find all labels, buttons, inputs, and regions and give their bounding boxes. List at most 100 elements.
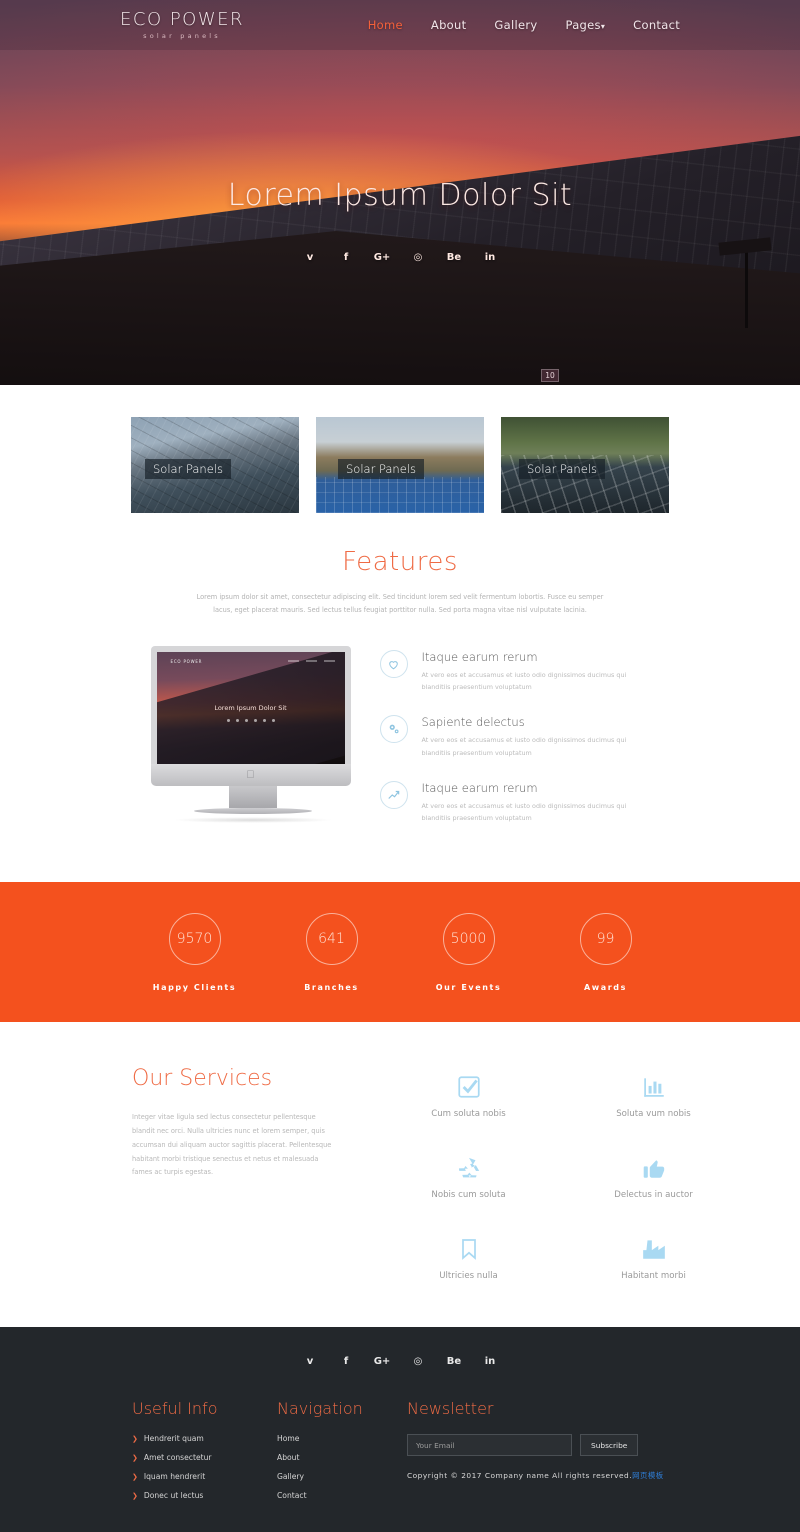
- nav-item-contact[interactable]: Contact: [633, 18, 680, 32]
- service-item[interactable]: Soluta vum nobis: [561, 1066, 746, 1119]
- nav-pages-label: Pages: [565, 18, 601, 32]
- imac-hero-text: Lorem Ipsum Dolor Sit: [157, 704, 345, 722]
- feature-item: Itaque earum rerum At vero eos et accusa…: [379, 650, 650, 693]
- stat-item: 641 Branches: [263, 912, 400, 992]
- feature-text: At vero eos et accusamus et iusto odio d…: [421, 736, 627, 757]
- chevron-right-icon: ❯: [132, 1491, 138, 1500]
- services-grid: Cum soluta nobis Soluta vum nobis Nobis …: [376, 1066, 746, 1281]
- footer-column-title: Navigation: [277, 1399, 363, 1419]
- heart-icon: [379, 650, 408, 679]
- footer-link-item[interactable]: ❯ Amet consectetur: [132, 1453, 277, 1462]
- imac-screen-content: ECO POWER Lorem Ipsum Dolor Sit: [156, 652, 345, 765]
- imac-hero-label: Lorem Ipsum Dolor Sit: [214, 703, 287, 712]
- footer-nav-item[interactable]: About: [277, 1453, 407, 1462]
- card-item[interactable]: Solar Panels: [501, 417, 669, 513]
- footer-link-label: Iquam hendrerit: [143, 1472, 206, 1482]
- credit-link[interactable]: 网页模板: [632, 1471, 664, 1480]
- factory-icon: [561, 1228, 746, 1262]
- newsletter-email-input[interactable]: [407, 1434, 572, 1457]
- twitter-icon[interactable]: ᴠ: [299, 1353, 321, 1369]
- imac-shadow: [173, 817, 333, 824]
- service-item[interactable]: Ultricies nulla: [376, 1228, 561, 1281]
- feature-title: Sapiente delectus: [421, 715, 525, 730]
- behance-icon[interactable]: Be: [443, 1353, 465, 1369]
- service-item[interactable]: Nobis cum soluta: [376, 1147, 561, 1200]
- twitter-icon[interactable]: ᴠ: [299, 249, 321, 265]
- copyright-label: Copyright © 2017 Company name All rights…: [407, 1471, 633, 1481]
- feature-item: Itaque earum rerum At vero eos et accusa…: [379, 780, 650, 824]
- behance-icon[interactable]: Be: [443, 249, 465, 265]
- footer-nav-item[interactable]: Home: [277, 1434, 407, 1443]
- features-list: Itaque earum rerum At vero eos et accusa…: [379, 646, 650, 846]
- service-item[interactable]: Cum soluta nobis: [376, 1066, 561, 1119]
- footer-link-item[interactable]: ❯ Hendrerit quam: [132, 1434, 277, 1443]
- card-item[interactable]: Solar Panels: [316, 417, 484, 513]
- site-header: ECO POWER solar panels Home About Galler…: [0, 0, 800, 50]
- hero-content: Lorem Ipsum Dolor Sit ᴠ f G+ ◎ Be in: [0, 178, 800, 265]
- service-label: Cum soluta nobis: [431, 1109, 506, 1120]
- bar-chart-icon: [561, 1066, 746, 1100]
- facebook-icon[interactable]: f: [335, 249, 357, 265]
- stat-item: 5000 Our Events: [400, 912, 537, 992]
- footer-spacer: [0, 1510, 800, 1532]
- imac-mockup: ECO POWER Lorem Ipsum Dolor Sit : [150, 646, 356, 824]
- nav-item-home[interactable]: Home: [368, 18, 403, 32]
- stat-label: Happy Clients: [152, 982, 237, 992]
- card-item[interactable]: Solar Panels: [131, 417, 299, 513]
- footer-link-item[interactable]: ❯ Iquam hendrerit: [132, 1472, 277, 1481]
- site-logo[interactable]: ECO POWER solar panels: [120, 8, 245, 40]
- service-label: Nobis cum soluta: [431, 1190, 506, 1201]
- logo-title: ECO POWER: [120, 8, 245, 30]
- service-item[interactable]: Habitant morbi: [561, 1228, 746, 1281]
- hero-slide-badge: 10: [541, 369, 559, 382]
- hero-social-links: ᴠ f G+ ◎ Be in: [0, 249, 800, 265]
- footer-column-title: Useful Info: [132, 1399, 218, 1419]
- services-section: Our Services Integer vitae ligula sed le…: [0, 1022, 800, 1327]
- hero-banner: Lorem Ipsum Dolor Sit ᴠ f G+ ◎ Be in 10: [0, 0, 800, 385]
- site-footer: ᴠ f G+ ◎ Be in Useful Info ❯ Hendrerit qu…: [0, 1327, 800, 1532]
- dribbble-icon[interactable]: ◎: [407, 1353, 429, 1369]
- recycle-icon: [376, 1147, 561, 1181]
- stat-value: 5000: [442, 912, 495, 965]
- linkedin-icon[interactable]: in: [479, 249, 501, 265]
- stats-bar: 9570 Happy Clients 641 Branches 5000 Our…: [0, 882, 800, 1023]
- footer-newsletter: Newsletter Subscribe Copyright © 2017 Co…: [407, 1399, 687, 1510]
- stat-value: 99: [579, 912, 632, 965]
- service-label: Soluta vum nobis: [616, 1109, 691, 1120]
- stat-item: 9570 Happy Clients: [126, 912, 263, 992]
- linkedin-icon[interactable]: in: [479, 1353, 501, 1369]
- stat-value: 641: [305, 912, 358, 965]
- feature-text: At vero eos et accusamus et iusto odio d…: [421, 671, 627, 692]
- footer-nav-item[interactable]: Gallery: [277, 1472, 407, 1481]
- apple-logo-icon: : [246, 769, 254, 781]
- main-navigation: Home About Gallery Pages▾ Contact: [368, 18, 680, 32]
- card-label: Solar Panels: [145, 459, 231, 479]
- check-square-icon: [376, 1066, 561, 1100]
- nav-item-gallery[interactable]: Gallery: [494, 18, 537, 32]
- nav-item-pages[interactable]: Pages▾: [565, 18, 605, 32]
- footer-nav-item[interactable]: Contact: [277, 1491, 407, 1500]
- features-title: Features: [342, 547, 458, 577]
- footer-link-item[interactable]: ❯ Donec ut lectus: [132, 1491, 277, 1500]
- copyright-text: Copyright © 2017 Company name All rights…: [407, 1470, 687, 1481]
- facebook-icon[interactable]: f: [335, 1353, 357, 1369]
- card-label: Solar Panels: [338, 459, 424, 479]
- newsletter-form: Subscribe: [407, 1434, 687, 1457]
- chevron-right-icon: ❯: [132, 1434, 138, 1443]
- google-plus-icon[interactable]: G+: [371, 249, 393, 265]
- imac-logo: ECO POWER: [170, 659, 203, 665]
- footer-useful-info: Useful Info ❯ Hendrerit quam ❯ Amet consec…: [132, 1399, 277, 1510]
- service-label: Habitant morbi: [621, 1271, 686, 1282]
- chevron-down-icon: ▾: [600, 22, 606, 31]
- features-section: Features Lorem ipsum dolor sit amet, con…: [0, 513, 800, 846]
- service-item[interactable]: Delectus in auctor: [561, 1147, 746, 1200]
- dribbble-icon[interactable]: ◎: [407, 249, 429, 265]
- bookmark-icon: [376, 1228, 561, 1262]
- google-plus-icon[interactable]: G+: [371, 1353, 393, 1369]
- subscribe-button[interactable]: Subscribe: [580, 1434, 639, 1457]
- footer-columns: Useful Info ❯ Hendrerit quam ❯ Amet consec…: [132, 1399, 800, 1510]
- landing-page: ECO POWER solar panels Home About Galler…: [0, 0, 800, 1532]
- hero-title: Lorem Ipsum Dolor Sit: [227, 178, 573, 213]
- service-label: Delectus in auctor: [614, 1190, 693, 1201]
- nav-item-about[interactable]: About: [431, 18, 467, 32]
